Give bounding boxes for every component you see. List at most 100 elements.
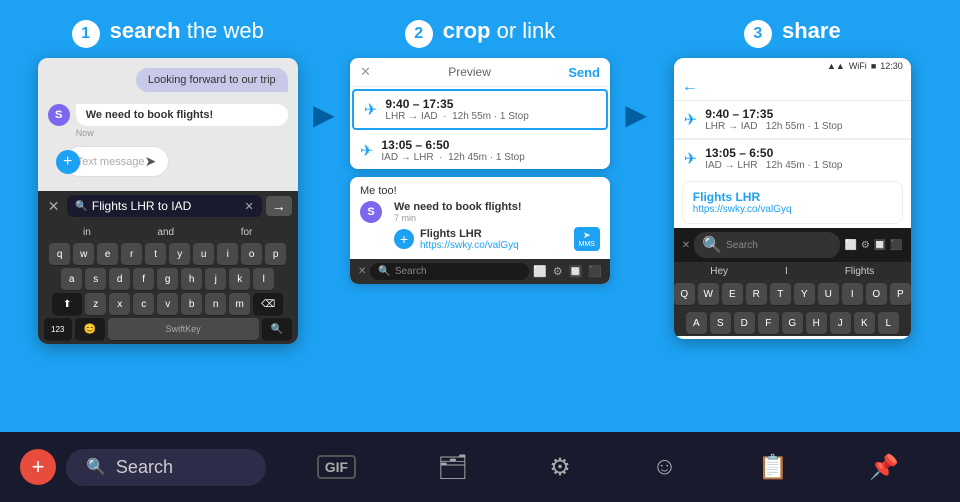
toolbar-3-2[interactable]: ⚙ [861,240,870,251]
key-q[interactable]: q [49,243,70,265]
key-t[interactable]: t [145,243,166,265]
add-message-2[interactable]: + [394,229,414,249]
key-T[interactable]: T [770,283,791,305]
key-j[interactable]: j [205,268,226,290]
pin-button[interactable]: 📌 [869,453,899,482]
key-G2[interactable]: G [782,312,803,334]
key-w[interactable]: w [73,243,94,265]
key-L2[interactable]: L [878,312,899,334]
key-n[interactable]: n [205,293,226,315]
search-box[interactable]: 🔍 Search [66,449,266,486]
key-g[interactable]: g [157,268,178,290]
close-icon-2[interactable]: ✕ [358,266,366,277]
key-W[interactable]: W [698,283,719,305]
key-Y[interactable]: Y [794,283,815,305]
key-c[interactable]: c [133,293,154,315]
key-l[interactable]: l [253,268,274,290]
close-icon-3[interactable]: ✕ [682,240,690,251]
toolbar-icon-3[interactable]: 🔲 [569,265,583,278]
key-H2[interactable]: H [806,312,827,334]
share-link-label: Flights LHR [420,228,568,240]
key-space[interactable]: SwiftKey [108,318,259,340]
share-link-bubble: Flights LHR https://swky.co/valGyq [682,181,903,224]
mms-button[interactable]: ➤ MMS [574,227,600,251]
toolbar-3-1[interactable]: ⬜ [844,240,856,251]
key-R[interactable]: R [746,283,767,305]
search-bar-2: ✕ 🔍 Search ⬜ ⚙ 🔲 ⬛ [350,259,610,284]
clear-icon[interactable]: ✕ [244,200,253,213]
key-emoji[interactable]: 😊 [75,318,105,340]
search-box-label: Search [116,457,173,478]
preview-send-button[interactable]: Send [568,65,600,80]
toolbar-3-3[interactable]: 🔲 [874,240,886,251]
key-o[interactable]: o [241,243,262,265]
key-r[interactable]: r [121,243,142,265]
chat-me-too: Me too! [360,185,600,197]
gif-button[interactable]: GIF [317,455,356,479]
key-a[interactable]: a [61,268,82,290]
share-link-url[interactable]: https://swky.co/valGyq [420,240,568,251]
phone3-flights: ✈ 9:40 – 17:35 LHR → IAD 12h 55m · 1 Sto… [674,101,911,177]
key-J2[interactable]: J [830,312,851,334]
key-O[interactable]: O [866,283,887,305]
back-button[interactable]: ← [682,78,698,96]
add-message-button[interactable]: + [56,150,80,174]
key-m[interactable]: m [229,293,250,315]
key-Q[interactable]: Q [674,283,695,305]
key-b[interactable]: b [181,293,202,315]
flight-row-1[interactable]: ✈ 9:40 – 17:35 LHR → IAD · 12h 55m · 1 S… [352,89,608,130]
settings-button[interactable]: ⚙ [549,453,571,482]
toolbar-icon-1[interactable]: ⬜ [533,265,547,278]
key-f[interactable]: f [133,268,154,290]
close-icon[interactable]: ✕ [44,198,64,215]
bottom-tools: GIF 🗂 ⚙ ☺ 📋 📌 [276,453,940,482]
key-I[interactable]: I [842,283,863,305]
toolbar-icon-4[interactable]: ⬛ [588,265,602,278]
quick-text-1[interactable]: Hey [710,266,728,277]
key-S2[interactable]: S [710,312,731,334]
key-e[interactable]: e [97,243,118,265]
key-v[interactable]: v [157,293,178,315]
sticker-button[interactable]: 🗂 [437,453,467,482]
key-s[interactable]: s [85,268,106,290]
flight-row-p3-2[interactable]: ✈ 13:05 – 6:50 IAD → LHR 12h 45m · 1 Sto… [674,139,911,177]
key-D2[interactable]: D [734,312,755,334]
key-F2[interactable]: F [758,312,779,334]
key-u[interactable]: u [193,243,214,265]
add-button[interactable]: + [20,449,56,485]
quick-text-2[interactable]: I [785,266,788,277]
clipboard-button[interactable]: 📋 [758,453,788,482]
key-backspace[interactable]: ⌫ [253,293,283,315]
key-P[interactable]: P [890,283,911,305]
key-search[interactable]: 🔍 [262,318,292,340]
key-x[interactable]: x [109,293,130,315]
quick-text-3[interactable]: Flights [845,266,874,277]
share-link-href[interactable]: https://swky.co/valGyq [693,204,892,215]
key-y[interactable]: y [169,243,190,265]
flight-row-p3-1[interactable]: ✈ 9:40 – 17:35 LHR → IAD 12h 55m · 1 Sto… [674,101,911,139]
go-button[interactable]: → [266,196,292,216]
key-h[interactable]: h [181,268,202,290]
key-U[interactable]: U [818,283,839,305]
key-d[interactable]: d [109,268,130,290]
flight-time-p3-1: 9:40 – 17:35 [705,107,901,121]
search-bar-3[interactable]: 🔍 Search [694,232,840,258]
key-i[interactable]: i [217,243,238,265]
key-k[interactable]: k [229,268,250,290]
key-K2[interactable]: K [854,312,875,334]
toolbar-icon-2[interactable]: ⚙ [553,265,563,278]
key-123[interactable]: 123 [44,318,72,340]
battery-icon: ■ [871,61,876,71]
key-p[interactable]: p [265,243,286,265]
emoji-button[interactable]: ☺ [652,453,677,481]
flight-row-2[interactable]: ✈ 13:05 – 6:50 IAD → LHR · 12h 45m · 1 S… [350,132,610,169]
key-z[interactable]: z [85,293,106,315]
key-A2[interactable]: A [686,312,707,334]
search-input-container[interactable]: 🔍 Flights LHR to IAD ✕ [67,195,261,217]
key-E[interactable]: E [722,283,743,305]
key-shift[interactable]: ⬆ [52,293,82,315]
panel-share: 3 share ▲▲ WiFi ■ 12:30 ← ✈ 9:40 – 17:35 [647,18,937,339]
search-pill[interactable]: 🔍 Search [370,263,529,280]
toolbar-3-4[interactable]: ⬛ [890,240,902,251]
preview-close-icon[interactable]: ✕ [360,64,371,80]
